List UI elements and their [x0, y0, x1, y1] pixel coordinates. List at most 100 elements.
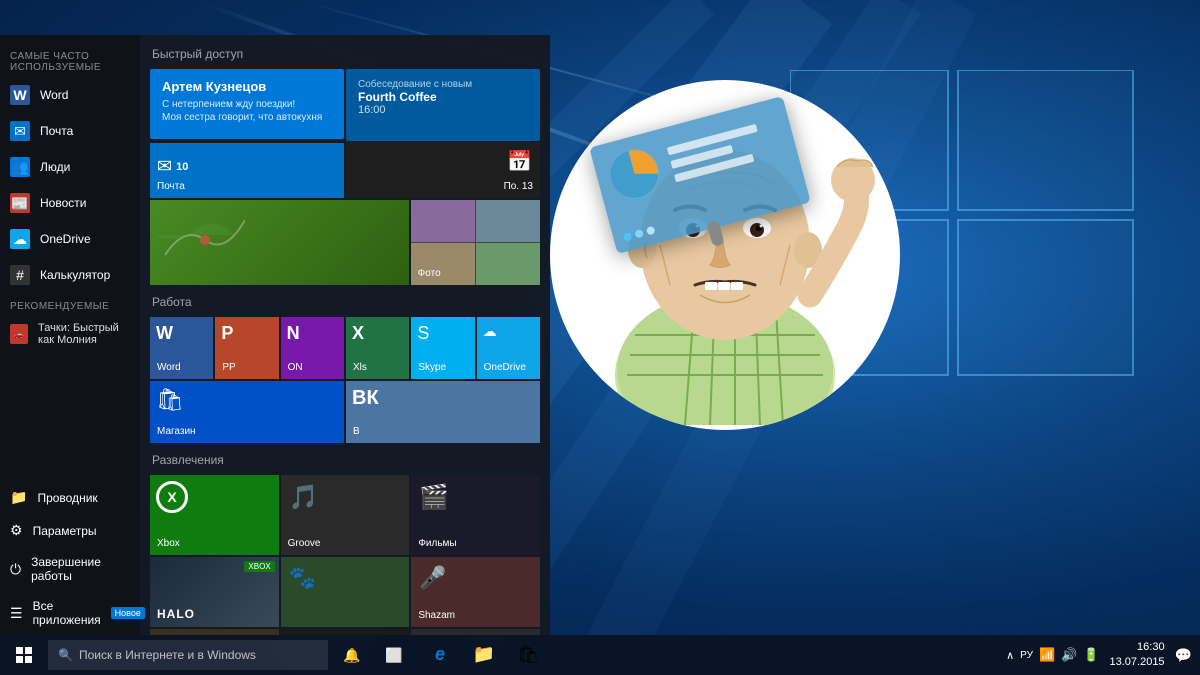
skype-tile[interactable]: S Skype: [411, 317, 474, 379]
start-icon: [16, 647, 32, 663]
system-clock[interactable]: 16:30 13.07.2015: [1104, 640, 1171, 671]
misc-label-2: Shazam: [418, 610, 455, 621]
quick-access-label: Быстрый доступ: [150, 47, 540, 61]
all-apps-label: Все приложения: [33, 599, 101, 627]
start-item-calc[interactable]: # Калькулятор: [0, 257, 140, 293]
ppt-dot-3: [646, 226, 656, 236]
wifi-icon[interactable]: 📶: [1039, 647, 1055, 663]
start-menu-tiles-panel: Быстрый доступ Артем Кузнецов С нетерпен…: [140, 35, 550, 635]
word-tile-label: Word: [157, 362, 181, 373]
settings-label: Параметры: [33, 524, 97, 538]
start-item-news[interactable]: 📰 Новости: [0, 185, 140, 221]
halo-tile[interactable]: XBOX XBOX HALO: [150, 557, 279, 627]
photos-label: Фото: [418, 268, 441, 279]
task-view-button[interactable]: ⬜: [374, 635, 414, 675]
onenote-label: ON: [288, 362, 303, 373]
ppt-bar-chart: [667, 117, 787, 182]
music-note-icon: 🎤: [419, 565, 446, 591]
pie-chart: [601, 141, 668, 208]
photos-tile[interactable]: Фото: [411, 200, 540, 285]
groove-tile[interactable]: 🎵 Groove: [281, 475, 410, 555]
store-label: Магазин: [157, 426, 196, 437]
bottom-item-explorer[interactable]: 📁 Проводник: [0, 481, 140, 514]
word-tile[interactable]: W Word: [150, 317, 213, 379]
clock-time: 16:30: [1137, 640, 1165, 655]
misc-tile-1[interactable]: 🐾: [281, 557, 410, 627]
xbox-badge-bg: XBOX: [244, 561, 274, 572]
onedrive2-icon: ☁: [483, 323, 497, 340]
ppt-tile-icon: P: [221, 323, 233, 344]
onenote-tile[interactable]: N ON: [281, 317, 344, 379]
bottom-item-all-apps[interactable]: ☰ Все приложения Новое: [0, 591, 140, 635]
explorer-taskbar-icon: 📁: [473, 644, 495, 665]
calc-label: Калькулятор: [40, 268, 110, 282]
onedrive-icon: ☁: [10, 229, 30, 249]
xbox-tile[interactable]: X Xbox: [150, 475, 279, 555]
film-icon: 🎬: [419, 483, 449, 512]
system-tray-icons: ∧ РУ 📶 🔊 🔋: [1006, 647, 1099, 663]
recommended-item-cars[interactable]: 🚗 Тачки: Быстрый как Молния: [0, 316, 140, 352]
onedrive2-tile[interactable]: ☁ OneDrive: [477, 317, 540, 379]
news-label: Новости: [40, 196, 86, 210]
meeting-tile[interactable]: Собеседование с новым Fourth Coffee 16:0…: [346, 69, 540, 141]
taskbar-edge-app[interactable]: e: [418, 635, 462, 675]
skype-label: Skype: [418, 362, 446, 373]
ppt-tile-label: PP: [222, 362, 235, 373]
mail-tile[interactable]: ✉ 10 Почта: [150, 143, 344, 198]
bottom-item-settings[interactable]: ⚙ Параметры: [0, 514, 140, 547]
onedrive-label: OneDrive: [40, 232, 91, 246]
battery-icon[interactable]: 🔋: [1083, 647, 1099, 663]
calendar-date: По. 13: [504, 181, 533, 192]
word-label: Word: [40, 88, 68, 102]
ppt-dot-2: [634, 229, 644, 239]
user-contact-tile[interactable]: Артем Кузнецов С нетерпением жду поездки…: [150, 69, 344, 139]
apps-icon: ☰: [10, 605, 23, 622]
start-item-people[interactable]: 👥 Люди: [0, 149, 140, 185]
start-item-onedrive[interactable]: ☁ OneDrive: [0, 221, 140, 257]
ppt-tile[interactable]: P PP: [215, 317, 278, 379]
film-tile[interactable]: 🎬 Фильмы: [411, 475, 540, 555]
taskbar-middle-buttons: 🔔 ⬜: [332, 635, 414, 675]
chevron-up-icon[interactable]: ∧: [1006, 649, 1014, 662]
mail-label: Почта: [40, 124, 73, 138]
volume-icon[interactable]: 🔊: [1061, 647, 1077, 663]
calendar-icon: 📅: [507, 149, 532, 174]
language-icon: РУ: [1020, 650, 1033, 661]
maps-tile[interactable]: Карты: [150, 200, 409, 285]
skype-icon: S: [417, 323, 429, 344]
excel-icon: X: [352, 323, 364, 344]
search-icon: 🔍: [58, 648, 73, 662]
people-icon: 👥: [10, 157, 30, 177]
action-center-icon[interactable]: 💬: [1175, 647, 1192, 664]
mail-icon: ✉: [10, 121, 30, 141]
excel-label: Xls: [353, 362, 367, 373]
taskbar-store-app[interactable]: 🛍: [506, 635, 550, 675]
start-item-mail[interactable]: ✉ Почта: [0, 113, 140, 149]
desktop: Самые часто используемые W Word ✉ Почта …: [0, 0, 1200, 675]
notification-icon[interactable]: 🔔: [332, 635, 372, 675]
taskbar-search[interactable]: 🔍 Поиск в Интернете и в Windows: [48, 640, 328, 670]
empty-tile[interactable]: [411, 629, 540, 635]
start-item-word[interactable]: W Word: [0, 77, 140, 113]
store-tile[interactable]: 🛍 Магазин: [150, 381, 344, 443]
mail-tile-label: Почта: [157, 181, 185, 192]
power-icon: ⏻: [10, 561, 21, 578]
start-button[interactable]: [0, 635, 48, 675]
work-section-label: Работа: [150, 295, 540, 309]
taskbar-explorer-app[interactable]: 📁: [462, 635, 506, 675]
game2-tile[interactable]: 🎮: [150, 629, 279, 635]
wolf-icon: 🐾: [289, 565, 316, 591]
user-message: С нетерпением жду поездки!Моя сестра гов…: [162, 98, 332, 124]
misc-tile-2[interactable]: 🎤 Shazam: [411, 557, 540, 627]
vk-tile[interactable]: ВК В: [346, 381, 540, 443]
excel-tile[interactable]: X Xls: [346, 317, 409, 379]
bottom-item-shutdown[interactable]: ⏻ Завершение работы: [0, 547, 140, 591]
shutdown-label: Завершение работы: [31, 555, 130, 583]
calendar-tile[interactable]: 📅 По. 13: [346, 143, 540, 198]
start-bottom-section: 📁 Проводник ⚙ Параметры ⏻ Завершение раб…: [0, 481, 140, 635]
app-tile[interactable]: A A: [281, 629, 410, 635]
start-menu: Самые часто используемые W Word ✉ Почта …: [0, 35, 550, 635]
mail-tile-icon: ✉: [157, 156, 172, 177]
map-svg: [155, 205, 245, 265]
xbox-label: Xbox: [157, 538, 180, 549]
